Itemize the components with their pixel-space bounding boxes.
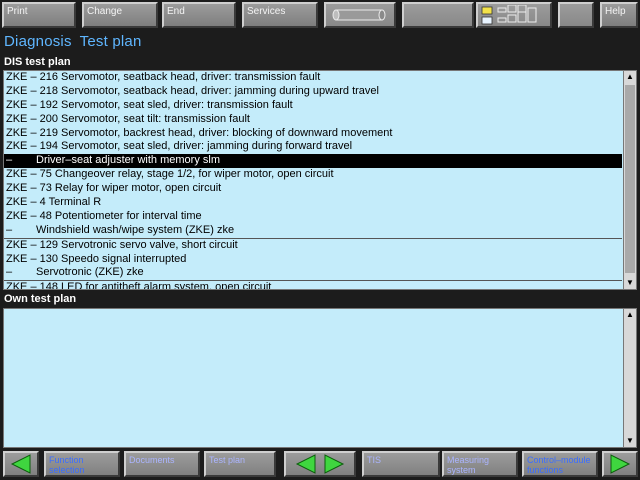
row-text: ZKE – 75 Changeover relay, stage 1/2, fo… [6, 168, 334, 181]
table-row[interactable]: ZKE – 192 Servomotor, seat sled, driver:… [4, 99, 622, 113]
left-right-arrows-icon [295, 454, 345, 474]
dis-test-plan-list: ZKE – 216 Servomotor, seatback head, dri… [4, 71, 622, 289]
table-row[interactable]: ZKE – 148 LED for antitheft alarm system… [4, 280, 622, 289]
row-text: ZKE – 200 Servomotor, seat tilt: transmi… [6, 112, 250, 125]
table-row[interactable]: ZKE – 73 Relay for wiper motor, open cir… [4, 182, 622, 196]
scroll-up-arrow-icon[interactable]: ▲ [624, 309, 636, 321]
row-text: ZKE – 148 LED for antitheft alarm system… [6, 281, 272, 289]
function-selection-button[interactable]: Function selection [44, 451, 120, 477]
arrow-right-icon [610, 454, 631, 474]
row-text: Driver–seat adjuster with memory slm [36, 154, 220, 167]
cable-connector-icon [332, 9, 386, 21]
table-row[interactable]: ZKE – 194 Servomotor, seat sled, driver:… [4, 140, 622, 154]
row-text: ZKE – 218 Servomotor, seatback head, dri… [6, 84, 379, 97]
row-text: ZKE – 73 Relay for wiper motor, open cir… [6, 182, 222, 195]
back-button[interactable] [3, 451, 39, 477]
page-title: Diagnosis Test plan [4, 33, 150, 50]
bottom-toolbar: Function selection Documents Test plan T… [0, 448, 640, 480]
test-plan-button[interactable]: Test plan [204, 451, 276, 477]
table-row[interactable]: ZKE – 200 Servomotor, seat tilt: transmi… [4, 113, 622, 127]
table-row[interactable]: ZKE – 218 Servomotor, seatback head, dri… [4, 85, 622, 99]
row-group-marker: – [6, 223, 13, 236]
dis-test-plan-heading: DIS test plan [4, 56, 71, 68]
arrow-left-icon [10, 454, 31, 474]
row-group-marker: – [6, 266, 13, 279]
dis-scrollbar[interactable]: ▲ ▼ [623, 71, 636, 289]
dis-test-plan-panel: ZKE – 216 Servomotor, seatback head, dri… [3, 70, 637, 290]
table-row[interactable]: – Servotronic (ZKE) zke [4, 266, 622, 280]
control-module-functions-button[interactable]: Control–module functions [522, 451, 598, 477]
row-text: Windshield wash/wipe system (ZKE) zke [36, 223, 235, 236]
row-text: ZKE – 219 Servomotor, backrest head, dri… [6, 126, 393, 139]
row-text: ZKE – 194 Servomotor, seat sled, driver:… [6, 140, 353, 153]
row-text: ZKE – 4 Terminal R [6, 196, 102, 209]
own-scrollbar[interactable]: ▲ ▼ [623, 309, 636, 447]
scroll-down-arrow-icon[interactable]: ▼ [624, 435, 636, 447]
row-text: ZKE – 48 Potentiometer for interval time [6, 209, 202, 222]
scroll-up-arrow-icon[interactable]: ▲ [624, 71, 636, 83]
table-row[interactable]: ZKE – 216 Servomotor, seatback head, dri… [4, 71, 622, 85]
table-row[interactable]: ZKE – 48 Potentiometer for interval time [4, 210, 622, 224]
blank-toolbar-button[interactable] [402, 2, 474, 28]
top-toolbar: Print Change End Services Help [0, 0, 640, 32]
blank-small-button[interactable] [558, 2, 594, 28]
status-indicator [476, 2, 552, 28]
tis-button[interactable]: TIS [362, 451, 440, 477]
measuring-system-button[interactable]: Measuring system [442, 451, 518, 477]
table-row[interactable]: ZKE – 4 Terminal R [4, 196, 622, 210]
row-group-marker: – [6, 154, 13, 167]
connection-button[interactable] [324, 2, 396, 28]
scroll-down-arrow-icon[interactable]: ▼ [624, 277, 636, 289]
help-button[interactable]: Help [600, 2, 638, 28]
row-text: Servotronic (ZKE) zke [36, 266, 144, 279]
own-test-plan-panel: ▲ ▼ [3, 308, 637, 448]
scroll-thumb[interactable] [625, 85, 635, 273]
table-row[interactable]: ZKE – 129 Servotronic servo valve, short… [4, 237, 622, 253]
battery-signal-icon [481, 5, 537, 25]
title-diagnosis: Diagnosis [4, 33, 72, 50]
row-text: ZKE – 192 Servomotor, seat sled, driver:… [6, 98, 293, 111]
documents-button[interactable]: Documents [124, 451, 200, 477]
table-row[interactable]: ZKE – 219 Servomotor, backrest head, dri… [4, 127, 622, 141]
table-row[interactable]: – Windshield wash/wipe system (ZKE) zke [4, 224, 622, 238]
row-text: ZKE – 130 Speedo signal interrupted [6, 252, 187, 265]
row-text: ZKE – 216 Servomotor, seatback head, dri… [6, 71, 321, 83]
row-text: ZKE – 129 Servotronic servo valve, short… [6, 238, 238, 251]
forward-button[interactable] [602, 451, 638, 477]
own-test-plan-heading: Own test plan [4, 293, 77, 305]
title-test-plan: Test plan [79, 33, 142, 50]
services-button[interactable]: Services [242, 2, 318, 28]
page-navigation-button[interactable] [284, 451, 356, 477]
table-row[interactable]: – Driver–seat adjuster with memory slm [4, 154, 622, 169]
print-button[interactable]: Print [2, 2, 76, 28]
table-row[interactable]: ZKE – 130 Speedo signal interrupted [4, 253, 622, 267]
end-button[interactable]: End [162, 2, 236, 28]
own-test-plan-list[interactable] [4, 309, 622, 447]
change-button[interactable]: Change [82, 2, 158, 28]
table-row[interactable]: ZKE – 75 Changeover relay, stage 1/2, fo… [4, 168, 622, 182]
